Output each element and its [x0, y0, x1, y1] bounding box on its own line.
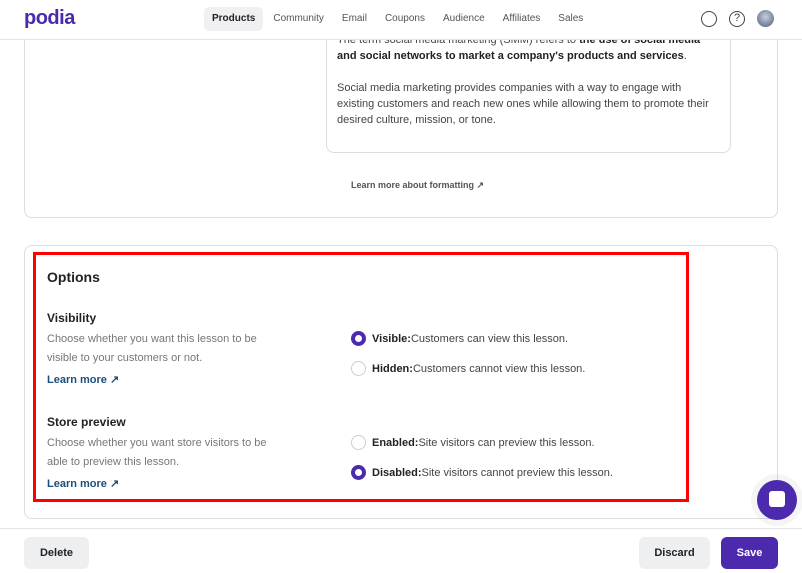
store-preview-learn-more[interactable]: Learn more ↗ [47, 477, 119, 490]
label: Hidden: [372, 362, 413, 375]
radio-selected-icon[interactable] [351, 465, 366, 480]
delete-button[interactable]: Delete [24, 537, 89, 569]
visibility-learn-more[interactable]: Learn more ↗ [47, 373, 119, 386]
nav-sales[interactable]: Sales [550, 7, 591, 31]
label: Disabled: [372, 466, 422, 479]
nav-products[interactable]: Products [204, 7, 264, 31]
radio-visible[interactable]: Visible: Customers can view this lesson. [351, 331, 568, 346]
nav-affiliates[interactable]: Affiliates [495, 7, 549, 31]
text: Customers cannot view this lesson. [412, 362, 586, 375]
formatting-link[interactable]: Learn more about formatting ↗ [351, 180, 484, 191]
nav-coupons[interactable]: Coupons [377, 7, 433, 31]
paragraph: Social media marketing provides companie… [337, 82, 709, 126]
nav-email[interactable]: Email [334, 7, 375, 31]
discard-button[interactable]: Discard [639, 537, 710, 569]
nav-community[interactable]: Community [265, 7, 332, 31]
label: Enabled: [372, 436, 419, 449]
podia-logo[interactable]: podia [24, 7, 75, 30]
store-preview-desc: Choose whether you want store visitors t… [47, 437, 267, 468]
top-nav: podia Products Community Email Coupons A… [0, 0, 802, 40]
radio-hidden[interactable]: Hidden: Customers cannot view this lesso… [351, 361, 585, 376]
radio-enabled[interactable]: Enabled: Site visitors can preview this … [351, 435, 595, 450]
radio-empty-icon[interactable] [351, 435, 366, 450]
radio-disabled[interactable]: Disabled: Site visitors cannot preview t… [351, 465, 613, 480]
radio-selected-icon[interactable] [351, 331, 366, 346]
save-button[interactable]: Save [721, 537, 778, 569]
support-chat-button[interactable] [757, 480, 797, 520]
text: Site visitors can preview this lesson. [418, 436, 595, 449]
options-title: Options [47, 269, 100, 285]
visibility-desc: Choose whether you want this lesson to b… [47, 333, 257, 364]
text: . [683, 50, 687, 62]
chat-bubble-icon[interactable] [701, 10, 717, 27]
radio-empty-icon[interactable] [351, 361, 366, 376]
store-preview-title: Store preview [47, 415, 126, 429]
nav-audience[interactable]: Audience [435, 7, 493, 31]
label: Visible: [372, 332, 411, 345]
visibility-title: Visibility [47, 311, 97, 325]
text: Customers can view this lesson. [410, 332, 569, 345]
avatar[interactable] [757, 10, 774, 27]
text: Site visitors cannot preview this lesson… [421, 466, 613, 479]
help-icon[interactable]: ? [729, 10, 745, 27]
